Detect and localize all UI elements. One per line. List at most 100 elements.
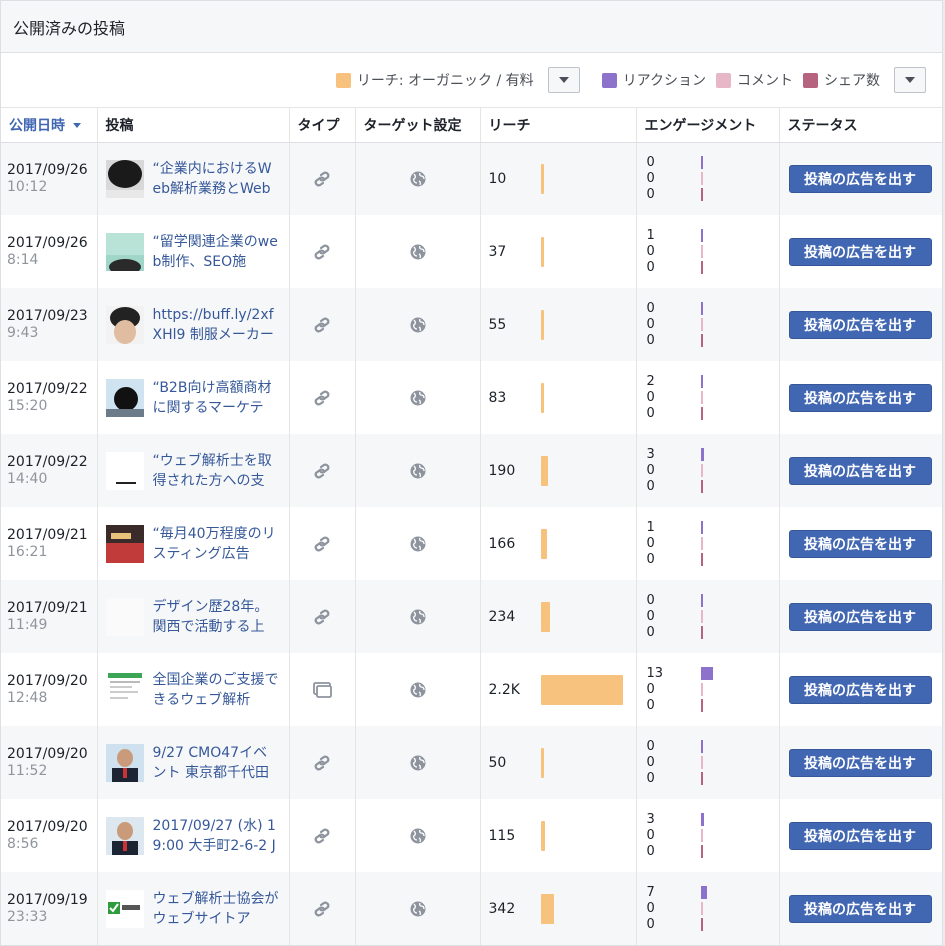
reach-cell: 166 (480, 507, 637, 580)
reach-bar (540, 455, 548, 486)
engagement-bars (700, 448, 704, 493)
reach-bar (540, 747, 544, 778)
globe-icon (410, 536, 426, 552)
boost-post-button[interactable]: 投稿の広告を出す (788, 894, 932, 923)
boost-post-button[interactable]: 投稿の広告を出す (788, 675, 932, 704)
post-cell: “ウェブ解析士を取得された方への支 (97, 434, 290, 507)
published-cell: 2017/09/20 12:48 (1, 653, 98, 726)
post-thumbnail[interactable] (105, 743, 144, 782)
post-thumbnail[interactable] (105, 816, 144, 855)
post-link[interactable]: “留学関連企業のweb制作、SEO施 (153, 232, 279, 272)
engagement-values: 300 (647, 812, 701, 860)
table-row[interactable]: 2017/09/20 12:48 全国企業のご支援できるウェブ解析 2.2K 13 0 0 投… (1, 653, 942, 726)
publish-date: 2017/09/22 (7, 453, 88, 470)
type-cell (289, 580, 356, 653)
engagement-metric-dropdown[interactable] (894, 67, 926, 93)
boost-post-button[interactable]: 投稿の広告を出す (788, 237, 932, 266)
reach-bar (540, 309, 544, 340)
table-row[interactable]: 2017/09/22 14:40 “ウェブ解析士を取得された方への支 190 3 0 0 投稿… (1, 434, 942, 507)
boost-post-button[interactable]: 投稿の広告を出す (788, 164, 932, 193)
boost-post-button[interactable]: 投稿の広告を出す (788, 383, 932, 412)
boost-post-button[interactable]: 投稿の広告を出す (788, 310, 932, 339)
legend-share-swatch (803, 72, 818, 88)
post-link[interactable]: デザイン歴28年。関西で活動する上 (153, 597, 279, 637)
share-count: 0 (646, 697, 655, 713)
type-cell (289, 653, 356, 726)
comment-bar (700, 610, 703, 623)
reach-metric-dropdown[interactable] (547, 67, 580, 93)
post-thumbnail[interactable] (105, 889, 144, 928)
boost-post-button[interactable]: 投稿の広告を出す (788, 602, 932, 631)
status-cell: 投稿の広告を出す (779, 142, 942, 215)
comment-count: 0 (646, 754, 655, 770)
column-header-targeting[interactable]: ターゲット設定 (355, 108, 481, 143)
column-header-reach[interactable]: リーチ (480, 108, 637, 143)
post-thumbnail[interactable] (105, 524, 144, 563)
table-row[interactable]: 2017/09/22 15:20 “B2B向け高額商材に関するマーケテ 83 2 0 0 投稿… (1, 361, 942, 434)
engagement-bars (700, 813, 704, 858)
post-thumbnail[interactable] (105, 378, 144, 417)
table-row[interactable]: 2017/09/20 11:52 9/27 CMO47イベント 東京都千代田 50 0 0… (1, 726, 942, 799)
post-cell: デザイン歴28年。関西で活動する上 (97, 580, 290, 653)
album-icon (312, 681, 332, 698)
engagement-values: 000 (647, 155, 701, 203)
comment-count: 0 (646, 170, 655, 186)
engagement-cell: 200 (636, 361, 780, 434)
post-cell: 2017/09/27 (水) 19:00 大手町2-6-2 J (97, 799, 290, 872)
post-link[interactable]: “企業内におけるWeb解析業務とWeb (153, 159, 279, 199)
table-row[interactable]: 2017/09/23 9:43 https://buff.ly/2xfXHl9 制服… (1, 288, 942, 361)
sort-desc-icon (73, 123, 81, 129)
post-thumbnail[interactable] (105, 232, 144, 271)
legend-share-label: シェア数 (824, 73, 880, 89)
link-icon (313, 317, 331, 333)
table-row[interactable]: 2017/09/20 8:56 2017/09/27 (水) 19:00 大手町2-… (1, 799, 942, 872)
reaction-bar (700, 813, 704, 826)
column-header-published[interactable]: 公開日時 (1, 108, 98, 143)
reach-bar (540, 674, 623, 705)
post-link[interactable]: 9/27 CMO47イベント 東京都千代田 (153, 743, 279, 783)
post-thumbnail[interactable] (105, 159, 144, 198)
reach-cell: 234 (480, 580, 637, 653)
post-link[interactable]: 2017/09/27 (水) 19:00 大手町2-6-2 J (153, 816, 279, 856)
reaction-bar (700, 229, 703, 242)
column-header-engagement[interactable]: エンゲージメント (636, 108, 780, 143)
post-link[interactable]: “ウェブ解析士を取得された方への支 (153, 451, 279, 491)
post-link[interactable]: 全国企業のご支援できるウェブ解析 (153, 670, 279, 710)
table-row[interactable]: 2017/09/26 10:12 “企業内におけるWeb解析業務とWeb 10 0 0 0 投… (1, 142, 942, 215)
share-bar (700, 772, 703, 785)
share-bar (700, 845, 703, 858)
post-thumbnail[interactable] (105, 597, 144, 636)
boost-post-button[interactable]: 投稿の広告を出す (788, 456, 932, 485)
table-row[interactable]: 2017/09/21 16:21 “毎月40万程度のリスティング広告 166 1 0 0 投稿… (1, 507, 942, 580)
status-cell: 投稿の広告を出す (779, 872, 942, 945)
comment-bar (700, 464, 703, 477)
column-header-type[interactable]: タイプ (289, 108, 356, 143)
post-thumbnail[interactable] (105, 451, 144, 490)
post-thumbnail[interactable] (105, 305, 144, 344)
column-header-status[interactable]: ステータス (779, 108, 942, 143)
boost-post-button[interactable]: 投稿の広告を出す (788, 529, 932, 558)
publish-date: 2017/09/20 (7, 672, 88, 689)
table-row[interactable]: 2017/09/26 8:14 “留学関連企業のweb制作、SEO施 37 1 0 0 投稿の… (1, 215, 942, 288)
column-header-post[interactable]: 投稿 (97, 108, 290, 143)
post-thumbnail[interactable] (105, 670, 144, 709)
publish-date: 2017/09/20 (7, 745, 88, 762)
globe-icon (410, 390, 426, 406)
reaction-bar (700, 156, 703, 170)
reaction-bar (700, 375, 703, 388)
type-cell (289, 434, 356, 507)
post-link[interactable]: ウェブ解析士協会がウェブサイトア (153, 889, 279, 929)
share-bar (700, 334, 703, 347)
table-row[interactable]: 2017/09/21 11:49 デザイン歴28年。関西で活動する上 234 0 0 0 投稿… (1, 580, 942, 653)
boost-post-button[interactable]: 投稿の広告を出す (788, 748, 932, 777)
table-row[interactable]: 2017/09/19 23:33 ウェブ解析士協会がウェブサイトア 342 7 0 0 投稿の… (1, 872, 942, 945)
post-link[interactable]: “B2B向け高額商材に関するマーケテ (153, 378, 279, 418)
share-count: 0 (646, 843, 655, 859)
boost-post-button[interactable]: 投稿の広告を出す (788, 821, 932, 850)
comment-count: 0 (646, 243, 655, 259)
legend-reaction-label: リアクション (622, 73, 706, 89)
post-link[interactable]: https://buff.ly/2xfXHl9 制服メーカー (153, 305, 279, 345)
post-link[interactable]: “毎月40万程度のリスティング広告 (153, 524, 279, 564)
engagement-bars (700, 521, 703, 566)
reaction-bar (700, 302, 703, 315)
